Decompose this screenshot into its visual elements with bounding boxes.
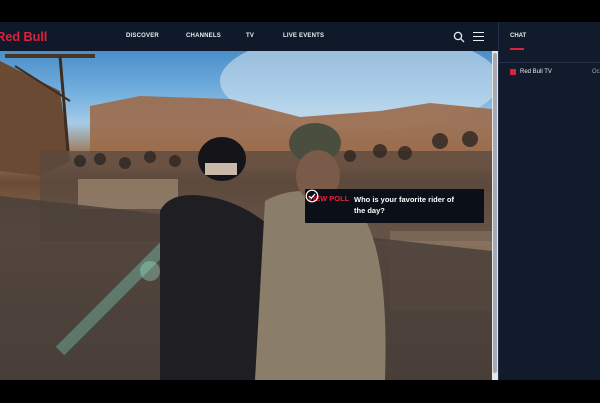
active-tab-indicator: [510, 48, 524, 50]
check-circle-icon[interactable]: [305, 189, 319, 203]
app-frame: Red Bull DISCOVER CHANNELS TV LIVE EVENT…: [0, 22, 600, 380]
hamburger-menu-icon[interactable]: [473, 32, 484, 42]
chat-channel-item[interactable]: Red Bull TV: [510, 69, 552, 75]
nav-live-events[interactable]: LIVE EVENTS: [283, 33, 324, 39]
video-player[interactable]: VIEW POLL Who is your favorite rider of …: [0, 51, 492, 380]
channel-logo-icon: [510, 69, 516, 75]
top-navigation: Red Bull DISCOVER CHANNELS TV LIVE EVENT…: [0, 22, 498, 51]
chat-panel: CHAT Red Bull TV Oc: [498, 22, 600, 380]
chat-channel-name: Red Bull TV: [520, 69, 552, 75]
nav-tv[interactable]: TV: [246, 33, 254, 39]
scrollbar-thumb[interactable]: [493, 53, 497, 373]
chat-divider: [499, 62, 600, 63]
poll-overlay[interactable]: VIEW POLL Who is your favorite rider of …: [305, 189, 484, 223]
poll-question: Who is your favorite rider of the day?: [354, 195, 455, 215]
chat-channel-time: Oc: [592, 69, 600, 75]
red-bull-logo[interactable]: Red Bull: [0, 29, 47, 44]
nav-discover[interactable]: DISCOVER: [126, 33, 159, 39]
search-icon[interactable]: [453, 31, 465, 43]
tab-chat[interactable]: CHAT: [510, 33, 526, 39]
nav-channels[interactable]: CHANNELS: [186, 33, 221, 39]
